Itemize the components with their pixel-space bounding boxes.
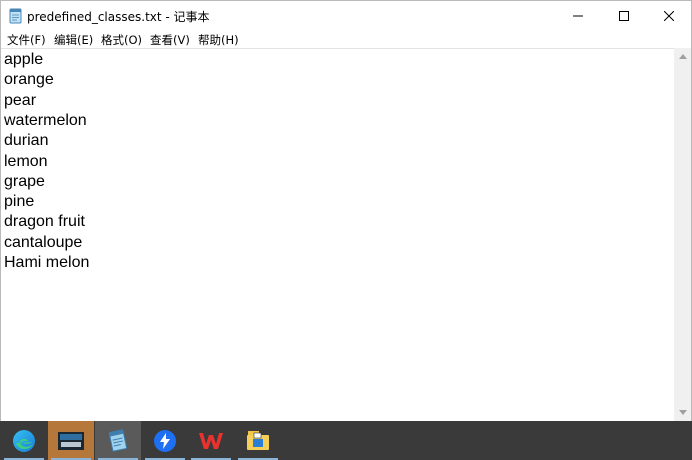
text-line: orange	[4, 71, 54, 88]
vertical-scrollbar[interactable]	[674, 48, 691, 421]
minimize-icon	[573, 15, 583, 17]
text-line: watermelon	[4, 112, 87, 129]
menu-file[interactable]: 文件(F)	[7, 32, 46, 48]
taskbar-feishu[interactable]	[142, 421, 188, 460]
window-title: predefined_classes.txt - 记事本	[27, 10, 210, 24]
close-icon	[664, 11, 674, 21]
minimize-button[interactable]	[555, 1, 601, 31]
taskbar-photo-app[interactable]	[48, 421, 94, 460]
notepad-icon	[108, 428, 128, 452]
text-line: durian	[4, 132, 49, 149]
chevron-up-icon	[678, 54, 687, 59]
text-line: pear	[4, 92, 37, 109]
photo-app-icon	[58, 431, 84, 450]
scroll-up-button[interactable]	[674, 48, 691, 65]
feishu-icon	[154, 429, 176, 452]
menu-bar: 文件(F) 编辑(E) 格式(O) 查看(V) 帮助(H)	[1, 30, 691, 48]
file-explorer-icon	[247, 430, 269, 450]
scroll-down-button[interactable]	[674, 404, 691, 421]
notepad-app-icon	[9, 8, 22, 24]
text-line: Hami melon	[4, 254, 90, 271]
menu-view[interactable]: 查看(V)	[150, 32, 190, 48]
text-line: cantaloupe	[4, 234, 83, 251]
text-line: pine	[4, 193, 35, 210]
notepad-window: predefined_classes.txt - 记事本 文件(F) 编辑(E)…	[0, 0, 692, 422]
menu-help[interactable]: 帮助(H)	[198, 32, 239, 48]
taskbar-notepad[interactable]	[95, 421, 141, 460]
maximize-button[interactable]	[601, 1, 647, 31]
text-line: dragon fruit	[4, 213, 85, 230]
taskbar-wps[interactable]	[188, 421, 234, 460]
wps-office-icon	[199, 432, 223, 449]
taskbar	[0, 421, 692, 460]
text-editor[interactable]: apple orange pear watermelon durian lemo…	[1, 48, 675, 422]
taskbar-file-explorer[interactable]	[235, 421, 281, 460]
text-line: apple	[4, 51, 44, 68]
text-line: lemon	[4, 153, 48, 170]
title-bar[interactable]: predefined_classes.txt - 记事本	[1, 1, 691, 31]
menu-format[interactable]: 格式(O)	[101, 32, 142, 48]
edge-icon	[13, 429, 35, 452]
chevron-down-icon	[678, 410, 687, 415]
taskbar-edge[interactable]	[1, 421, 47, 460]
close-button[interactable]	[646, 1, 692, 31]
text-line: grape	[4, 173, 45, 190]
maximize-icon	[619, 11, 629, 21]
menu-edit[interactable]: 编辑(E)	[54, 32, 93, 48]
